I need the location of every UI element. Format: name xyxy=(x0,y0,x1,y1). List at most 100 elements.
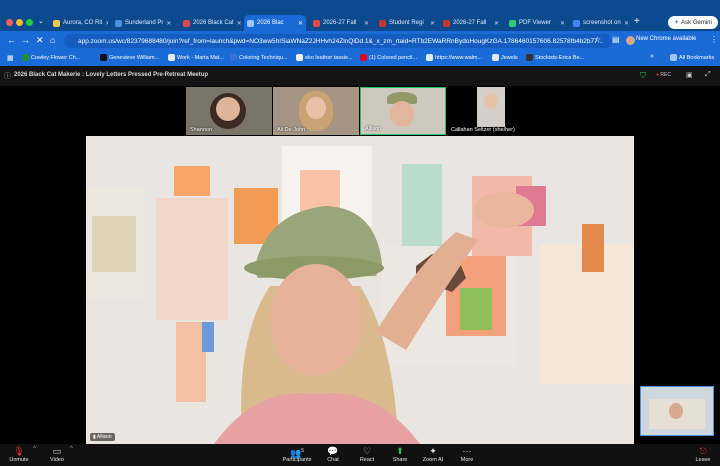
tab-fall-2[interactable]: 2026-27 Fall ✕ xyxy=(440,15,502,31)
shield-icon[interactable]: ⛉ xyxy=(640,71,646,81)
minimize-window-dot[interactable] xyxy=(16,19,23,26)
tab-zoom-active[interactable]: 2026 Blac ✕ xyxy=(244,15,306,31)
signal-bars-icon: ▮ xyxy=(93,434,96,440)
menu-dots-icon[interactable]: ⋮ xyxy=(710,35,718,44)
bookmark-label: eko leather tassie... xyxy=(305,54,353,61)
browser-tab-strip: ⌄ Aurora, CO Rit ✕ Sunderland Pr ✕ 2026 … xyxy=(0,0,720,31)
tab-label: Aurora, CO Rit xyxy=(63,20,103,26)
close-window-dot[interactable] xyxy=(6,19,13,26)
speaker-name-label: ▮ Allison xyxy=(90,433,115,441)
tab-label: Student Regi xyxy=(389,20,424,26)
bookmark-item[interactable]: Jewels xyxy=(492,54,518,61)
participants-icon: 👥5 xyxy=(290,448,304,458)
participant-tile-allison[interactable]: Allison xyxy=(360,87,446,135)
participant-tile-shannon[interactable]: Shannon xyxy=(186,87,272,135)
tab-label: Sunderland Pr xyxy=(125,20,164,26)
share-arrow-icon: ⬆ xyxy=(396,446,404,456)
unmute-button[interactable]: 🎙 Unmute xyxy=(4,445,34,463)
forward-arrow-icon[interactable]: → xyxy=(21,35,30,45)
participants-count: 5 xyxy=(301,448,304,454)
tab-close-icon[interactable]: ✕ xyxy=(494,20,499,27)
audio-options-chevron-icon[interactable]: ^ xyxy=(33,446,36,452)
self-view-video[interactable] xyxy=(640,386,714,436)
ask-gemini-button[interactable]: ✦ Ask Gemini xyxy=(668,16,718,29)
all-bookmarks-button[interactable]: All Bookmarks xyxy=(670,54,714,61)
back-arrow-icon[interactable]: ← xyxy=(7,35,16,45)
tab-close-icon[interactable]: ✕ xyxy=(166,20,171,27)
all-bookmarks-label: All Bookmarks xyxy=(679,54,715,61)
bookmark-item[interactable]: (1) Colored pencil... xyxy=(360,54,417,61)
url-field[interactable]: app.zoom.us/wc/82379688480/join?ref_from… xyxy=(64,34,612,48)
profile-avatar[interactable] xyxy=(626,36,635,45)
share-label: Share xyxy=(392,457,408,463)
home-icon[interactable]: ⌂ xyxy=(50,35,55,45)
participant-tile-ali[interactable]: Ali De John xyxy=(273,87,359,135)
zoom-ai-label: Zoom AI xyxy=(422,457,444,463)
folder-icon xyxy=(670,54,677,61)
bookmark-item[interactable]: https://www.walm... xyxy=(426,54,482,61)
react-button[interactable]: ♡ React xyxy=(352,445,382,463)
share-button[interactable]: ⬆ Share xyxy=(385,445,415,463)
chat-label: Chat xyxy=(327,457,339,463)
tab-close-icon[interactable]: ✕ xyxy=(298,20,303,27)
bookmark-item[interactable]: Cowley Flower Ch... xyxy=(22,54,80,61)
participant-face xyxy=(216,97,240,121)
tab-favicon-icon xyxy=(247,19,254,27)
recording-indicator[interactable]: ● REC xyxy=(656,72,671,78)
bookmark-item[interactable]: Work - Marta Mat... xyxy=(168,54,224,61)
active-speaker-video[interactable] xyxy=(86,136,634,444)
self-view-face xyxy=(669,403,683,419)
tab-fall-1[interactable]: 2026-27 Fall ✕ xyxy=(310,15,372,31)
bookmark-star-icon[interactable]: ☆ xyxy=(594,35,601,44)
bookmark-item[interactable]: Stockists-Erica Be... xyxy=(526,54,584,61)
chat-bubble-icon: 💬 xyxy=(327,446,339,456)
new-chrome-available-button[interactable]: New Chrome available xyxy=(636,36,696,42)
record-dot-icon: ● xyxy=(656,72,660,78)
video-button[interactable]: ▭ Video xyxy=(42,445,72,463)
bookmark-item[interactable]: eko leather tassie... xyxy=(296,54,353,61)
fullscreen-icon[interactable]: ⤢ xyxy=(705,71,711,79)
tab-close-icon[interactable]: ✕ xyxy=(560,20,565,27)
tab-label: 2026-27 Fall xyxy=(453,20,487,26)
rec-label: REC xyxy=(660,72,671,78)
tab-black-cat[interactable]: 2026 Black Cat ✕ xyxy=(180,15,242,31)
tab-close-icon[interactable]: ✕ xyxy=(624,20,629,27)
bookmark-label: Jewels xyxy=(501,54,518,61)
tab-screenshot[interactable]: screenshot on ✕ xyxy=(570,15,632,31)
participant-face xyxy=(306,97,326,119)
maximize-window-dot[interactable] xyxy=(26,19,33,26)
tab-label: 2026 Blac xyxy=(257,20,284,26)
url-text: app.zoom.us/wc/82379688480/join?ref_from… xyxy=(78,37,604,45)
tab-student-regi[interactable]: Student Regi ✕ xyxy=(376,15,438,31)
view-icon[interactable]: ▣ xyxy=(686,71,693,79)
tab-close-icon[interactable]: ✕ xyxy=(237,20,242,27)
extensions-icon[interactable]: ▤ xyxy=(612,35,620,44)
tab-aurora[interactable]: Aurora, CO Rit ✕ xyxy=(50,15,108,31)
new-tab-button[interactable]: + xyxy=(634,16,640,27)
chat-button[interactable]: 💬 Chat xyxy=(318,445,348,463)
tab-search-icon[interactable]: ⌄ xyxy=(38,17,44,25)
bookmark-item[interactable]: Coloring Techniqu... xyxy=(230,54,288,61)
more-button[interactable]: ⋯ More xyxy=(452,445,482,463)
stop-icon[interactable]: ✕ xyxy=(36,35,44,46)
video-options-chevron-icon[interactable]: ^ xyxy=(70,446,73,452)
more-bookmarks-chevron-icon[interactable]: » xyxy=(650,53,654,60)
tab-pdf-viewer[interactable]: PDF Viewer ✕ xyxy=(506,15,568,31)
bookmark-item[interactable]: Genevieve William... xyxy=(100,54,159,61)
apps-grid-icon[interactable]: ▦ xyxy=(7,54,14,62)
participants-button[interactable]: 👥5 Participants xyxy=(282,445,312,463)
tab-close-icon[interactable]: ✕ xyxy=(364,20,369,27)
bookmark-favicon-icon xyxy=(168,54,175,61)
tab-sunderland[interactable]: Sunderland Pr ✕ xyxy=(112,15,174,31)
bookmark-favicon-icon xyxy=(426,54,433,61)
tab-close-icon[interactable]: ✕ xyxy=(430,20,435,27)
bookmark-label: Stockists-Erica Be... xyxy=(535,54,585,61)
sparkle-icon: ✦ xyxy=(429,446,437,456)
bookmark-label: Work - Marta Mat... xyxy=(177,54,224,61)
tab-favicon-icon xyxy=(53,19,60,27)
zoom-ai-button[interactable]: ✦ Zoom AI xyxy=(418,445,448,463)
leave-button[interactable]: ⎋ Leave xyxy=(692,445,714,463)
tab-close-icon[interactable]: ✕ xyxy=(105,20,108,27)
participant-tile-callahan[interactable]: Callahan Seltzer (she/her) xyxy=(447,87,533,135)
meeting-info-icon[interactable]: ⓘ xyxy=(4,71,11,81)
